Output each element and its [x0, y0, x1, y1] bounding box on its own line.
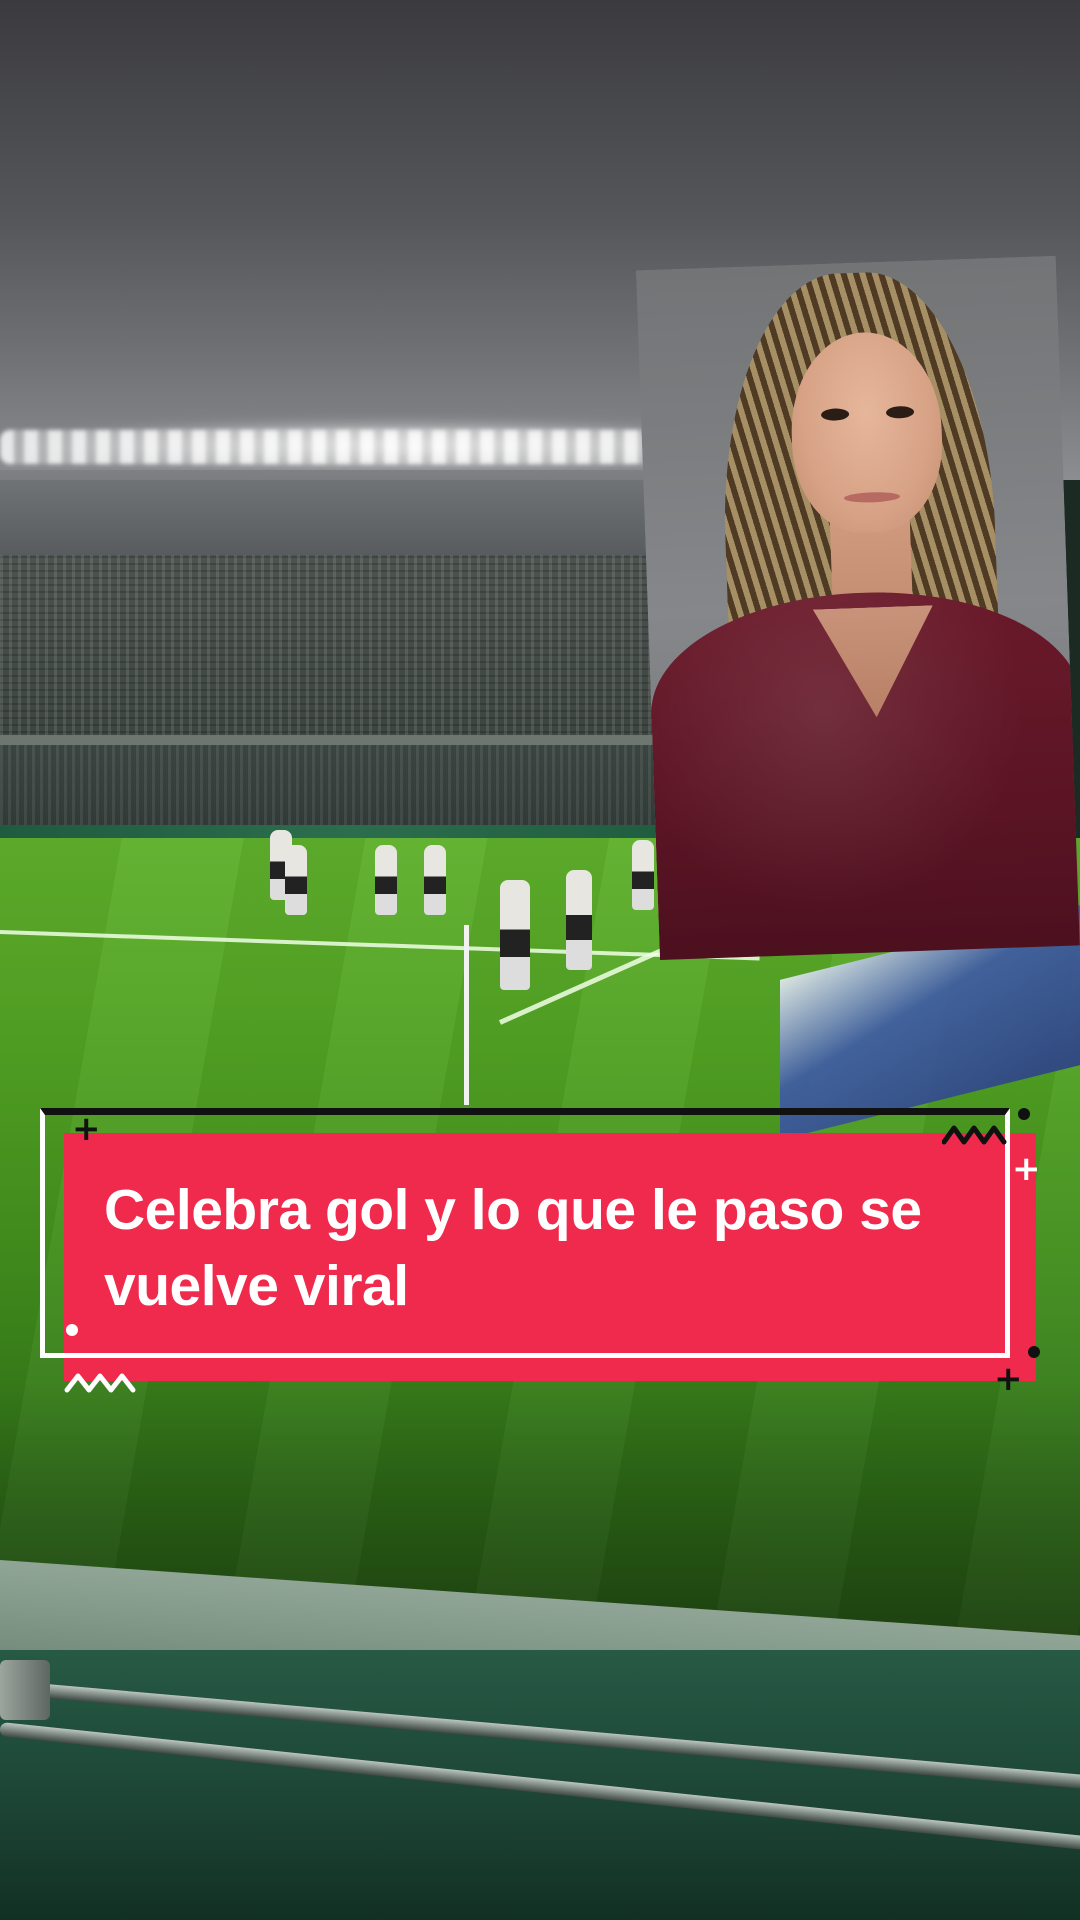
video-frame: Celebra gol y lo que le paso se vuelve v… — [0, 0, 1080, 1920]
player-celebrating — [500, 880, 530, 990]
player — [424, 845, 446, 915]
railing-post — [0, 1660, 50, 1720]
plus-icon: + — [72, 1109, 101, 1149]
player — [566, 870, 592, 970]
player — [632, 840, 654, 910]
stand-divider — [0, 735, 700, 745]
player — [285, 845, 307, 915]
player — [375, 845, 397, 915]
zigzag-icon — [64, 1373, 136, 1393]
zigzag-icon — [942, 1125, 1007, 1145]
plus-icon: + — [1012, 1149, 1041, 1189]
plus-icon: + — [994, 1359, 1023, 1399]
caption-text: Celebra gol y lo que le paso se vuelve v… — [104, 1178, 922, 1318]
presenter-overlay — [635, 255, 1080, 960]
dot-icon — [1028, 1346, 1040, 1358]
dot-icon — [66, 1324, 78, 1336]
corner-flag — [464, 925, 469, 1105]
crowd-lower-stand — [0, 745, 700, 835]
dot-icon — [1018, 1108, 1030, 1120]
